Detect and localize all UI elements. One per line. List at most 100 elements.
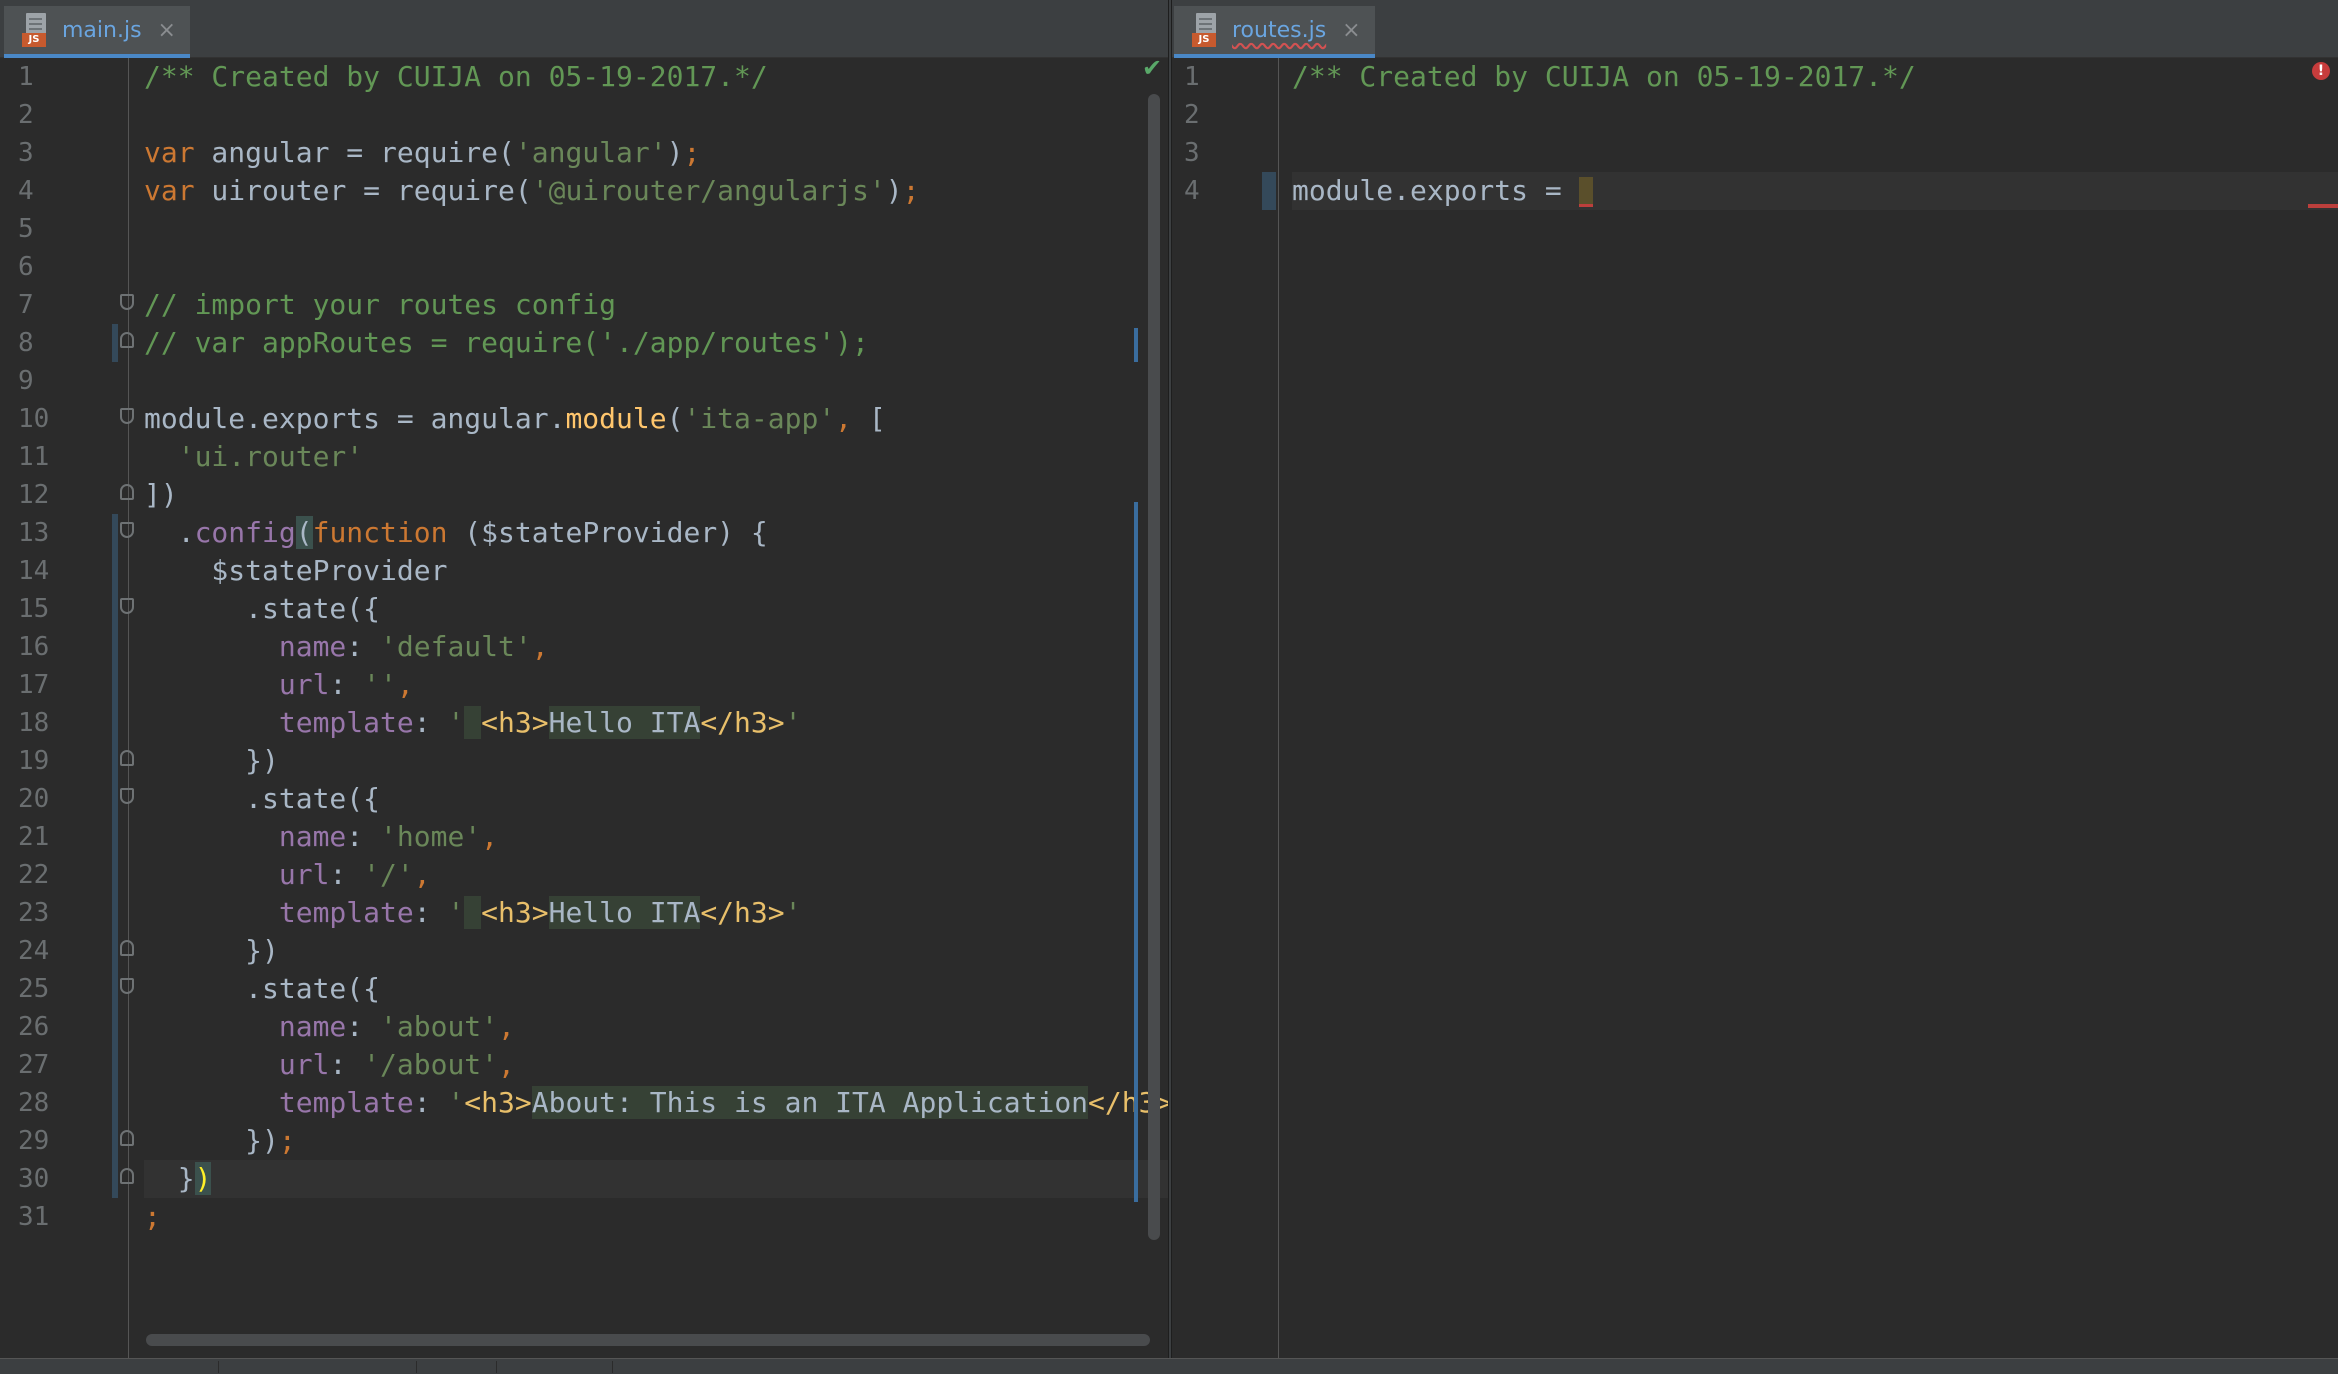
left-editor-pane: JS main.js × 1 2 3 4 5 6 7 8 9 10 11 12 … xyxy=(0,0,1168,1358)
line-number: 20 xyxy=(18,784,50,814)
line-number: 6 xyxy=(18,252,34,282)
line-number: 30 xyxy=(18,1164,50,1194)
line-number: 27 xyxy=(18,1050,50,1080)
current-code-line: module.exports = xyxy=(1292,172,2338,210)
vertical-scrollbar[interactable] xyxy=(1148,94,1160,1240)
code-comment: // var appRoutes = require('./app/routes… xyxy=(144,326,869,359)
left-gutter: 1 2 3 4 5 6 7 8 9 10 11 12 13 14 15 16 1… xyxy=(0,58,134,1358)
line-number: 19 xyxy=(18,746,50,776)
fold-toggle-icon[interactable] xyxy=(120,332,134,348)
line-number: 10 xyxy=(18,404,50,434)
code-line: url: '', xyxy=(278,668,414,701)
code-comment: /** Created by CUIJA on 05-19-2017.*/ xyxy=(144,60,768,93)
line-number: 3 xyxy=(18,138,34,168)
line-number: 5 xyxy=(18,214,34,244)
status-bar xyxy=(0,1358,2338,1374)
code-text: module.exports = xyxy=(1292,174,1579,207)
line-number: 28 xyxy=(18,1088,50,1118)
code-line: name: 'about', xyxy=(278,1010,515,1043)
code-line: ]) xyxy=(144,478,178,511)
line-number: 15 xyxy=(18,594,50,624)
line-number: 26 xyxy=(18,1012,50,1042)
line-number: 16 xyxy=(18,632,50,662)
fold-toggle-icon[interactable] xyxy=(120,750,134,766)
left-code-editor[interactable]: 1 2 3 4 5 6 7 8 9 10 11 12 13 14 15 16 1… xyxy=(0,54,1168,1358)
close-icon[interactable]: × xyxy=(158,18,176,43)
check-icon[interactable]: ✔ xyxy=(1142,54,1162,82)
current-code-line: }) xyxy=(144,1160,1168,1198)
status-segment xyxy=(218,1361,417,1373)
line-number: 25 xyxy=(18,974,50,1004)
change-marker xyxy=(112,324,118,362)
right-gutter: 1 2 3 4 xyxy=(1172,58,1279,1358)
code-line: name: 'home', xyxy=(278,820,499,853)
line-number: 7 xyxy=(18,290,34,320)
javascript-file-icon: JS xyxy=(22,13,52,47)
left-line-numbers: 1 2 3 4 5 6 7 8 9 10 11 12 13 14 15 16 1… xyxy=(0,58,49,1236)
code-line: .state({ xyxy=(144,782,381,815)
fold-toggle-icon[interactable] xyxy=(120,788,134,804)
right-tab-bar: JS routes.js × xyxy=(1172,0,2338,58)
change-stripe-marker[interactable] xyxy=(1134,328,1138,362)
tab-main-js-label: main.js xyxy=(62,17,142,43)
line-number: 2 xyxy=(1184,100,1200,130)
fold-toggle-icon[interactable] xyxy=(120,978,134,994)
code-line: // import your routes config xyxy=(144,286,1168,324)
fold-toggle-icon[interactable] xyxy=(120,940,134,956)
line-number: 9 xyxy=(18,366,34,396)
javascript-file-icon: JS xyxy=(1192,13,1222,47)
fold-toggle-icon[interactable] xyxy=(120,484,134,500)
code-line: ; xyxy=(144,1200,161,1233)
fold-toggle-icon[interactable] xyxy=(120,1168,134,1184)
code-line: .state({ xyxy=(144,972,381,1005)
fold-toggle-icon[interactable] xyxy=(120,598,134,614)
code-line: template: ' <h3>Hello ITA</h3>' xyxy=(278,896,802,929)
status-segment xyxy=(496,1361,613,1373)
change-marker xyxy=(112,514,118,1198)
fold-toggle-icon[interactable] xyxy=(120,408,134,424)
code-line: template: '<h3>About: This is an ITA App… xyxy=(278,1086,1168,1119)
line-number: 8 xyxy=(18,328,34,358)
left-tab-bar: JS main.js × xyxy=(0,0,1168,58)
code-line: // var appRoutes = require('./app/routes… xyxy=(144,324,1168,362)
code-line: 'ui.router' xyxy=(177,440,364,473)
line-number: 23 xyxy=(18,898,50,928)
code-line: url: '/', xyxy=(278,858,431,891)
line-number: 1 xyxy=(1184,62,1200,92)
code-line: }); xyxy=(144,1124,296,1157)
horizontal-scrollbar[interactable] xyxy=(146,1334,1150,1346)
error-stripe-marker[interactable] xyxy=(2308,204,2338,208)
tab-routes-js-label: routes.js xyxy=(1232,17,1327,43)
left-code-area[interactable]: /** Created by CUIJA on 05-19-2017.*/ va… xyxy=(144,58,1168,1236)
status-segment xyxy=(0,1361,219,1373)
tab-main-js[interactable]: JS main.js × xyxy=(4,6,190,58)
code-line: /** Created by CUIJA on 05-19-2017.*/ xyxy=(144,58,1168,96)
line-number: 1 xyxy=(18,62,34,92)
code-line: }) xyxy=(144,744,279,777)
change-stripe-marker[interactable] xyxy=(1134,502,1138,1202)
line-number: 13 xyxy=(18,518,50,548)
right-code-editor[interactable]: 1 2 3 4 /** Created by CUIJA on 05-19-20… xyxy=(1172,58,2338,1358)
fold-toggle-icon[interactable] xyxy=(120,294,134,310)
code-line: }) xyxy=(144,934,279,967)
fold-toggle-icon[interactable] xyxy=(120,1130,134,1146)
text-caret xyxy=(1578,177,1593,207)
right-line-numbers: 1 2 3 4 xyxy=(1172,58,1200,210)
code-line: var uirouter = require('@uirouter/angula… xyxy=(144,174,920,207)
error-icon[interactable]: ! xyxy=(2312,62,2330,80)
code-line: $stateProvider xyxy=(144,554,448,587)
line-number: 4 xyxy=(1184,176,1200,206)
line-number: 22 xyxy=(18,860,50,890)
right-editor-pane: JS routes.js × 1 2 3 4 /** Created by CU… xyxy=(1172,0,2338,1358)
line-number: 3 xyxy=(1184,138,1200,168)
close-icon[interactable]: × xyxy=(1342,18,1360,43)
line-number: 29 xyxy=(18,1126,50,1156)
right-code-area[interactable]: /** Created by CUIJA on 05-19-2017.*/ mo… xyxy=(1292,58,2338,210)
fold-toggle-icon[interactable] xyxy=(120,522,134,538)
tab-routes-js[interactable]: JS routes.js × xyxy=(1174,6,1375,58)
